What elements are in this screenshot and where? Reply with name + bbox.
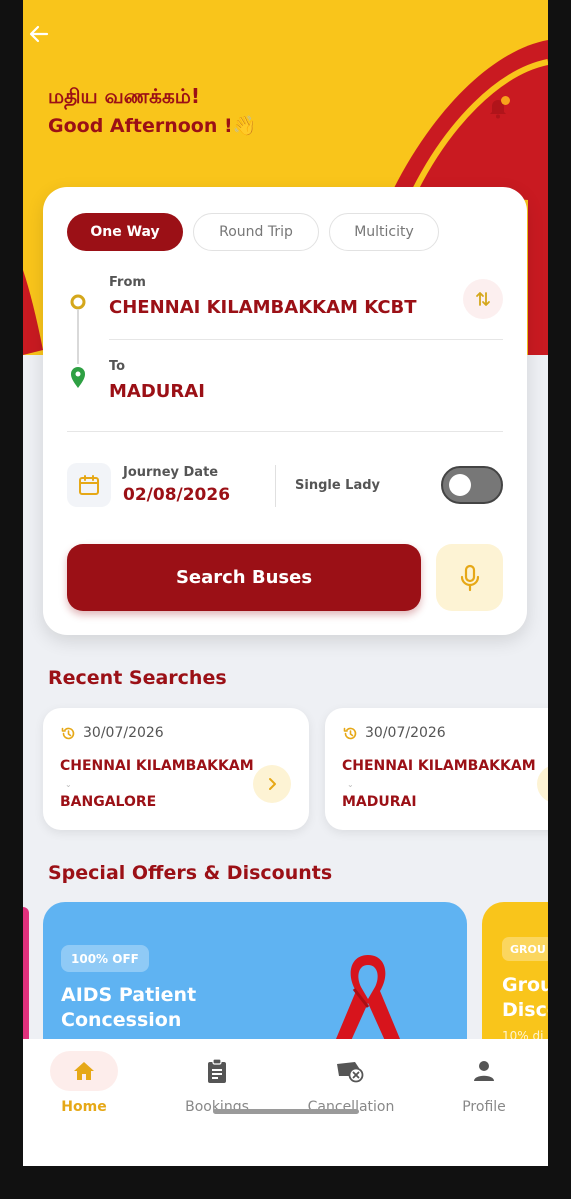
history-icon	[61, 727, 75, 740]
from-to-divider	[109, 339, 503, 340]
tab-one-way[interactable]: One Way	[67, 213, 183, 251]
offer-title-line1: AIDS Patient	[61, 984, 197, 1006]
offer-title-line2: Disco	[502, 999, 548, 1021]
home-indicator	[213, 1109, 359, 1114]
nav-home-icon-wrap	[50, 1051, 118, 1091]
history-icon	[343, 727, 357, 740]
to-label: To	[109, 359, 126, 374]
nav-cancellation[interactable]: Cancellation	[291, 1051, 411, 1115]
journey-date-button[interactable]	[67, 463, 111, 507]
calendar-icon	[79, 475, 99, 495]
route-connector-icon: ⌄	[347, 780, 354, 789]
back-button[interactable]	[27, 22, 59, 54]
route-line	[70, 294, 86, 388]
home-icon	[74, 1062, 94, 1080]
nav-profile[interactable]: Profile	[424, 1051, 544, 1115]
nav-home-label: Home	[61, 1099, 107, 1115]
swap-arrows-icon	[476, 292, 490, 306]
offer-badge: GROU	[502, 937, 548, 961]
greeting-english: Good Afternoon !👋	[48, 115, 257, 137]
nav-bookings[interactable]: Bookings	[157, 1051, 277, 1115]
app-screen: மதிய வணக்கம்! Good Afternoon !👋 One Way …	[23, 0, 548, 1166]
nav-bookings-icon-wrap	[183, 1051, 251, 1091]
arrow-left-icon	[29, 25, 49, 43]
swap-button[interactable]	[463, 279, 503, 319]
journey-date-label: Journey Date	[123, 465, 219, 480]
single-lady-toggle[interactable]	[441, 466, 503, 504]
from-label: From	[109, 275, 146, 290]
nav-profile-label: Profile	[462, 1099, 506, 1115]
recent-search-from: CHENNAI KILAMBAKKAM	[60, 758, 254, 774]
offer-title-line2: Concession	[61, 1009, 182, 1031]
offers-title: Special Offers & Discounts	[48, 862, 333, 884]
notification-dot	[501, 96, 510, 105]
offer-card-previous[interactable]	[23, 907, 29, 1057]
section-divider	[67, 431, 503, 432]
offer-badge: 100% OFF	[61, 945, 149, 972]
journey-date-value[interactable]: 02/08/2026	[123, 485, 230, 505]
bottom-navigation: Home Bookings Cancellation Profile	[23, 1039, 548, 1166]
recent-search-to: MADURAI	[342, 794, 417, 810]
from-city-field[interactable]: CHENNAI KILAMBAKKAM KCBT	[109, 297, 417, 318]
offer-card[interactable]: GROU Grou Disco 10% di	[482, 902, 548, 1062]
clipboard-icon	[208, 1058, 226, 1083]
greeting-tamil: மதிய வணக்கம்!	[48, 84, 200, 108]
toggle-knob	[449, 474, 471, 496]
offer-card[interactable]: 100% OFF AIDS Patient Concession	[43, 902, 467, 1062]
route-connector-icon: ⌄	[65, 780, 72, 789]
recent-search-card[interactable]: 30/07/2026 CHENNAI KILAMBAKKAM ⌄ MADURAI	[325, 708, 548, 830]
offer-title-line1: Grou	[502, 974, 548, 996]
microphone-icon	[460, 564, 479, 591]
recent-search-card[interactable]: 30/07/2026 CHENNAI KILAMBAKKAM ⌄ BANGALO…	[43, 708, 309, 830]
booking-card: One Way Round Trip Multicity From CHENNA…	[43, 187, 527, 635]
recent-searches-title: Recent Searches	[48, 667, 227, 689]
recent-search-date: 30/07/2026	[83, 725, 164, 741]
chevron-right-icon	[269, 778, 276, 790]
to-city-field[interactable]: MADURAI	[109, 381, 205, 402]
tab-multicity[interactable]: Multicity	[329, 213, 439, 251]
recent-search-go-button[interactable]	[253, 765, 291, 803]
nav-profile-icon-wrap	[450, 1051, 518, 1091]
nav-home[interactable]: Home	[24, 1051, 144, 1115]
bus-cancel-icon	[337, 1062, 364, 1083]
voice-search-button[interactable]	[436, 544, 503, 611]
single-lady-label: Single Lady	[295, 478, 381, 493]
recent-search-to: BANGALORE	[60, 794, 157, 810]
tab-round-trip[interactable]: Round Trip	[193, 213, 319, 251]
date-toggle-separator	[275, 465, 276, 507]
recent-search-go-button[interactable]	[537, 765, 548, 803]
person-icon	[474, 1061, 494, 1081]
recent-search-date: 30/07/2026	[365, 725, 446, 741]
nav-cancellation-icon-wrap	[317, 1051, 385, 1091]
recent-search-from: CHENNAI KILAMBAKKAM	[342, 758, 536, 774]
search-buses-button[interactable]: Search Buses	[67, 544, 421, 611]
